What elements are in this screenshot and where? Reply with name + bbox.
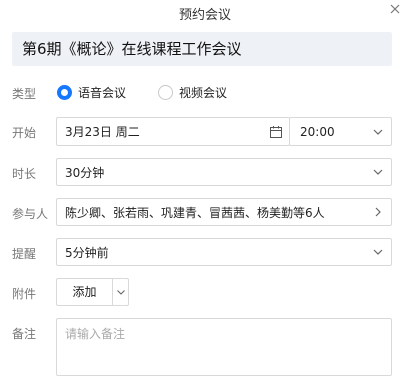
participants-field[interactable]: 陈少卿、张若雨、巩建青、冒茜茜、杨美勤等6人 bbox=[56, 198, 392, 226]
chevron-down-icon bbox=[365, 118, 391, 145]
note-label: 备注 bbox=[12, 327, 37, 341]
note-textarea[interactable] bbox=[56, 318, 392, 376]
chevron-down-icon bbox=[116, 289, 125, 295]
calendar-icon[interactable] bbox=[263, 118, 289, 145]
start-time-select[interactable]: 20:00 bbox=[289, 117, 392, 146]
type-label: 类型 bbox=[12, 87, 37, 101]
radio-video-label: 视频会议 bbox=[179, 86, 228, 100]
meeting-subject-field[interactable]: 第6期《概论》在线课程工作会议 bbox=[12, 32, 392, 66]
radio-unchecked-indicator[interactable] bbox=[158, 85, 173, 100]
chevron-right-icon bbox=[365, 199, 391, 225]
start-date-field[interactable]: 3月23日 周二 bbox=[56, 117, 290, 146]
reminder-label: 提醒 bbox=[12, 247, 37, 261]
add-attachment-dropdown[interactable] bbox=[112, 278, 129, 306]
radio-video-meeting[interactable]: 视频会议 bbox=[158, 84, 227, 101]
duration-label: 时长 bbox=[12, 167, 37, 181]
add-attachment-button[interactable]: 添加 bbox=[56, 278, 112, 306]
start-time-value: 20:00 bbox=[300, 124, 335, 139]
participants-label: 参与人 bbox=[12, 207, 49, 221]
radio-checked-indicator[interactable] bbox=[57, 85, 72, 100]
duration-select[interactable]: 30分钟 bbox=[56, 158, 392, 186]
chevron-down-icon bbox=[365, 239, 391, 265]
dialog-title: 预约会议 bbox=[178, 8, 231, 23]
start-label: 开始 bbox=[12, 126, 37, 140]
attachment-label: 附件 bbox=[12, 287, 37, 301]
chevron-down-icon bbox=[365, 159, 391, 185]
reminder-select[interactable]: 5分钟前 bbox=[56, 238, 392, 266]
dialog-titlebar: 预约会议 bbox=[0, 0, 410, 26]
reminder-value: 5分钟前 bbox=[65, 245, 109, 260]
radio-voice-meeting[interactable]: 语音会议 bbox=[57, 84, 126, 101]
start-date-value: 3月23日 周二 bbox=[65, 125, 140, 139]
radio-voice-label: 语音会议 bbox=[78, 86, 127, 100]
duration-value: 30分钟 bbox=[65, 165, 105, 180]
close-icon[interactable] bbox=[388, 2, 402, 16]
participants-value: 陈少卿、张若雨、巩建青、冒茜茜、杨美勤等6人 bbox=[65, 205, 325, 220]
